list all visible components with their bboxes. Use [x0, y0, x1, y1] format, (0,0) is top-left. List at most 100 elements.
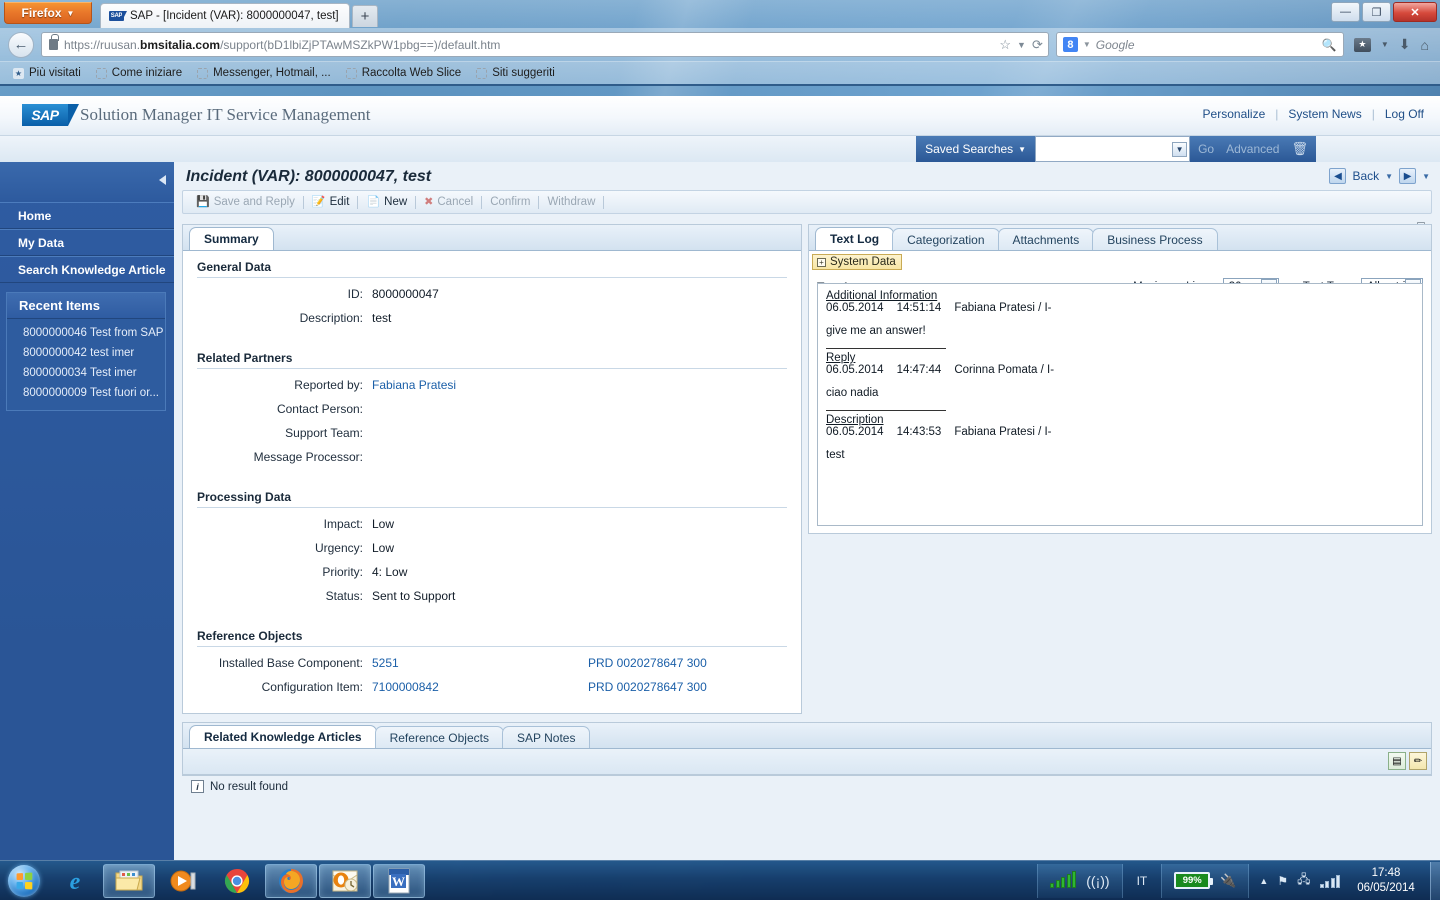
home-icon[interactable]: ⌂	[1421, 37, 1429, 53]
chevron-down-icon[interactable]: ▼	[1385, 172, 1393, 181]
tab-business-process[interactable]: Business Process	[1092, 228, 1218, 250]
downloads-icon[interactable]: ⬇	[1399, 36, 1411, 53]
show-hidden-icons-icon[interactable]: ▲	[1259, 876, 1268, 886]
bookmark-star-icon[interactable]: ☆	[999, 37, 1011, 53]
go-button[interactable]: Go	[1198, 142, 1214, 156]
show-desktop-button[interactable]	[1430, 861, 1440, 900]
back-label[interactable]: Back	[1352, 169, 1379, 183]
minimize-button[interactable]: —	[1331, 2, 1360, 22]
sap-logo: SAP	[22, 104, 79, 126]
trash-icon[interactable]: 🗑	[1291, 141, 1308, 157]
browser-tab-sap[interactable]: SAP SAP - [Incident (VAR): 8000000047, t…	[100, 3, 350, 28]
google-chrome-icon	[224, 868, 250, 893]
sidebar-item-my-data[interactable]: My Data	[0, 229, 174, 256]
wireless-icon[interactable]: ((¡))	[1086, 873, 1109, 889]
bookmark-item-2[interactable]: Messenger, Hotmail, ...	[191, 65, 337, 81]
taskbar-item-google-chrome[interactable]	[211, 864, 263, 898]
tab-categorization[interactable]: Categorization	[892, 228, 1000, 250]
list-item[interactable]: 8000000009 Test fuori or...	[7, 383, 165, 403]
sidebar-item-home[interactable]: Home	[0, 202, 174, 229]
lock-icon	[49, 34, 59, 50]
back-button-icon[interactable]: ←	[8, 31, 34, 58]
firefox-menu-button[interactable]: Firefox ▼	[4, 2, 92, 24]
bookmarks-icon[interactable]: ★	[1353, 37, 1371, 52]
battery-indicator[interactable]: 99%	[1174, 872, 1214, 889]
tab-sap-notes[interactable]: SAP Notes	[501, 726, 591, 748]
tab-related-knowledge-articles[interactable]: Related Knowledge Articles	[189, 725, 377, 748]
bookmark-item-0[interactable]: ★ Più visitati	[7, 65, 87, 81]
chevron-down-icon[interactable]: ▼	[1381, 40, 1389, 49]
url-text: https://ruusan.bmsitalia.com/support(bD1…	[64, 37, 501, 52]
text-log-entries[interactable]: Additional Information 06.05.2014 14:51:…	[817, 283, 1423, 526]
bookmark-item-1[interactable]: Come iniziare	[90, 65, 188, 81]
saved-searches-button[interactable]: Saved Searches ▼	[916, 136, 1036, 162]
reload-icon[interactable]: ⟳	[1032, 37, 1043, 53]
address-bar[interactable]: https://ruusan.bmsitalia.com/support(bD1…	[41, 32, 1049, 57]
placeholder-icon	[476, 67, 488, 79]
field-value-link[interactable]: 5251	[372, 656, 399, 670]
recent-items-panel: Recent Items 8000000046 Test from SAP 80…	[6, 292, 166, 411]
advanced-link[interactable]: Advanced	[1226, 142, 1279, 156]
bookmark-item-3[interactable]: Raccolta Web Slice	[340, 65, 468, 81]
log-entry-author: Fabiana Pratesi / I-	[954, 426, 1052, 438]
field-value-secondary[interactable]: PRD 0020278647 300	[588, 656, 707, 670]
taskbar-item-mozilla-firefox[interactable]	[265, 863, 317, 898]
list-item[interactable]: 8000000034 Test imer	[7, 363, 165, 383]
taskbar-item-windows-media-player[interactable]	[157, 864, 209, 898]
taskbar-item-windows-explorer[interactable]	[103, 863, 155, 898]
field-value-secondary[interactable]: PRD 0020278647 300	[588, 680, 707, 694]
new-tab-button[interactable]: +	[352, 5, 378, 27]
product-name: Solution Manager IT Service Management	[80, 105, 371, 124]
restore-button[interactable]: ❐	[1362, 2, 1391, 22]
tab-summary[interactable]: Summary	[189, 227, 274, 250]
bookmark-item-4[interactable]: Siti suggeriti	[470, 65, 561, 81]
forward-arrow-icon[interactable]: ▶	[1399, 168, 1417, 184]
log-off-link[interactable]: Log Off	[1385, 107, 1424, 121]
search-icon[interactable]: 🔍	[1322, 38, 1337, 52]
chevron-down-icon[interactable]: ▼	[1172, 141, 1188, 157]
save-and-reply-button[interactable]: 💾 Save and Reply	[189, 196, 302, 208]
search-input[interactable]: Google	[1096, 38, 1317, 52]
close-button[interactable]: ✕	[1393, 2, 1437, 22]
collapse-left-icon[interactable]	[159, 175, 166, 185]
saved-search-input[interactable]: ▼	[1035, 136, 1191, 162]
search-bar[interactable]: 8 ▼ Google 🔍	[1055, 32, 1344, 57]
tab-attachments[interactable]: Attachments	[997, 228, 1095, 250]
taskbar-item-microsoft-outlook[interactable]	[319, 863, 371, 898]
signal-strength-icon[interactable]	[1319, 873, 1340, 888]
confirm-button[interactable]: Confirm	[483, 196, 537, 208]
action-center-flag-icon[interactable]: ⚑	[1277, 874, 1288, 888]
taskbar-item-internet-explorer[interactable]: e	[49, 864, 101, 898]
section-title: Related Partners	[197, 351, 293, 365]
withdraw-button[interactable]: Withdraw	[540, 196, 602, 208]
pencil-icon[interactable]: ✏	[1409, 752, 1427, 770]
list-item[interactable]: 8000000042 test imer	[7, 343, 165, 363]
edit-button[interactable]: 📝 Edit	[305, 196, 357, 208]
tab-reference-objects[interactable]: Reference Objects	[374, 726, 504, 748]
cancel-button[interactable]: ✖ Cancel	[417, 196, 480, 208]
language-indicator[interactable]: IT	[1123, 874, 1162, 888]
log-entry-type: Additional Information	[826, 290, 938, 302]
system-data-button[interactable]: + System Data	[812, 254, 902, 270]
network-icon[interactable]: 🖧	[1297, 870, 1310, 891]
divider	[826, 348, 946, 349]
export-table-icon[interactable]: ▤	[1388, 752, 1406, 770]
taskbar-clock[interactable]: 17:48 06/05/2014	[1350, 866, 1428, 896]
personalize-link[interactable]: Personalize	[1203, 107, 1266, 121]
list-item[interactable]: 8000000046 Test from SAP	[7, 323, 165, 343]
sidebar-item-search-knowledge-article[interactable]: Search Knowledge Article	[0, 256, 174, 283]
field-value-link[interactable]: Fabiana Pratesi	[372, 378, 456, 392]
field-label: Urgency:	[314, 541, 363, 555]
signal-bars-icon[interactable]	[1050, 871, 1077, 888]
field-value-link[interactable]: 7100000842	[372, 680, 439, 694]
chevron-down-icon[interactable]: ▼	[1422, 172, 1430, 181]
new-button[interactable]: 📄 New	[359, 196, 414, 208]
back-arrow-icon[interactable]: ◀	[1329, 168, 1347, 184]
tab-text-log[interactable]: Text Log	[815, 227, 895, 250]
start-button[interactable]	[0, 862, 48, 900]
chevron-down-icon[interactable]: ▼	[1017, 40, 1026, 50]
taskbar-item-microsoft-word[interactable]: W	[373, 863, 425, 898]
chevron-down-icon[interactable]: ▼	[1083, 40, 1091, 49]
system-news-link[interactable]: System News	[1288, 107, 1361, 121]
power-plug-icon[interactable]: 🔌	[1220, 873, 1236, 889]
